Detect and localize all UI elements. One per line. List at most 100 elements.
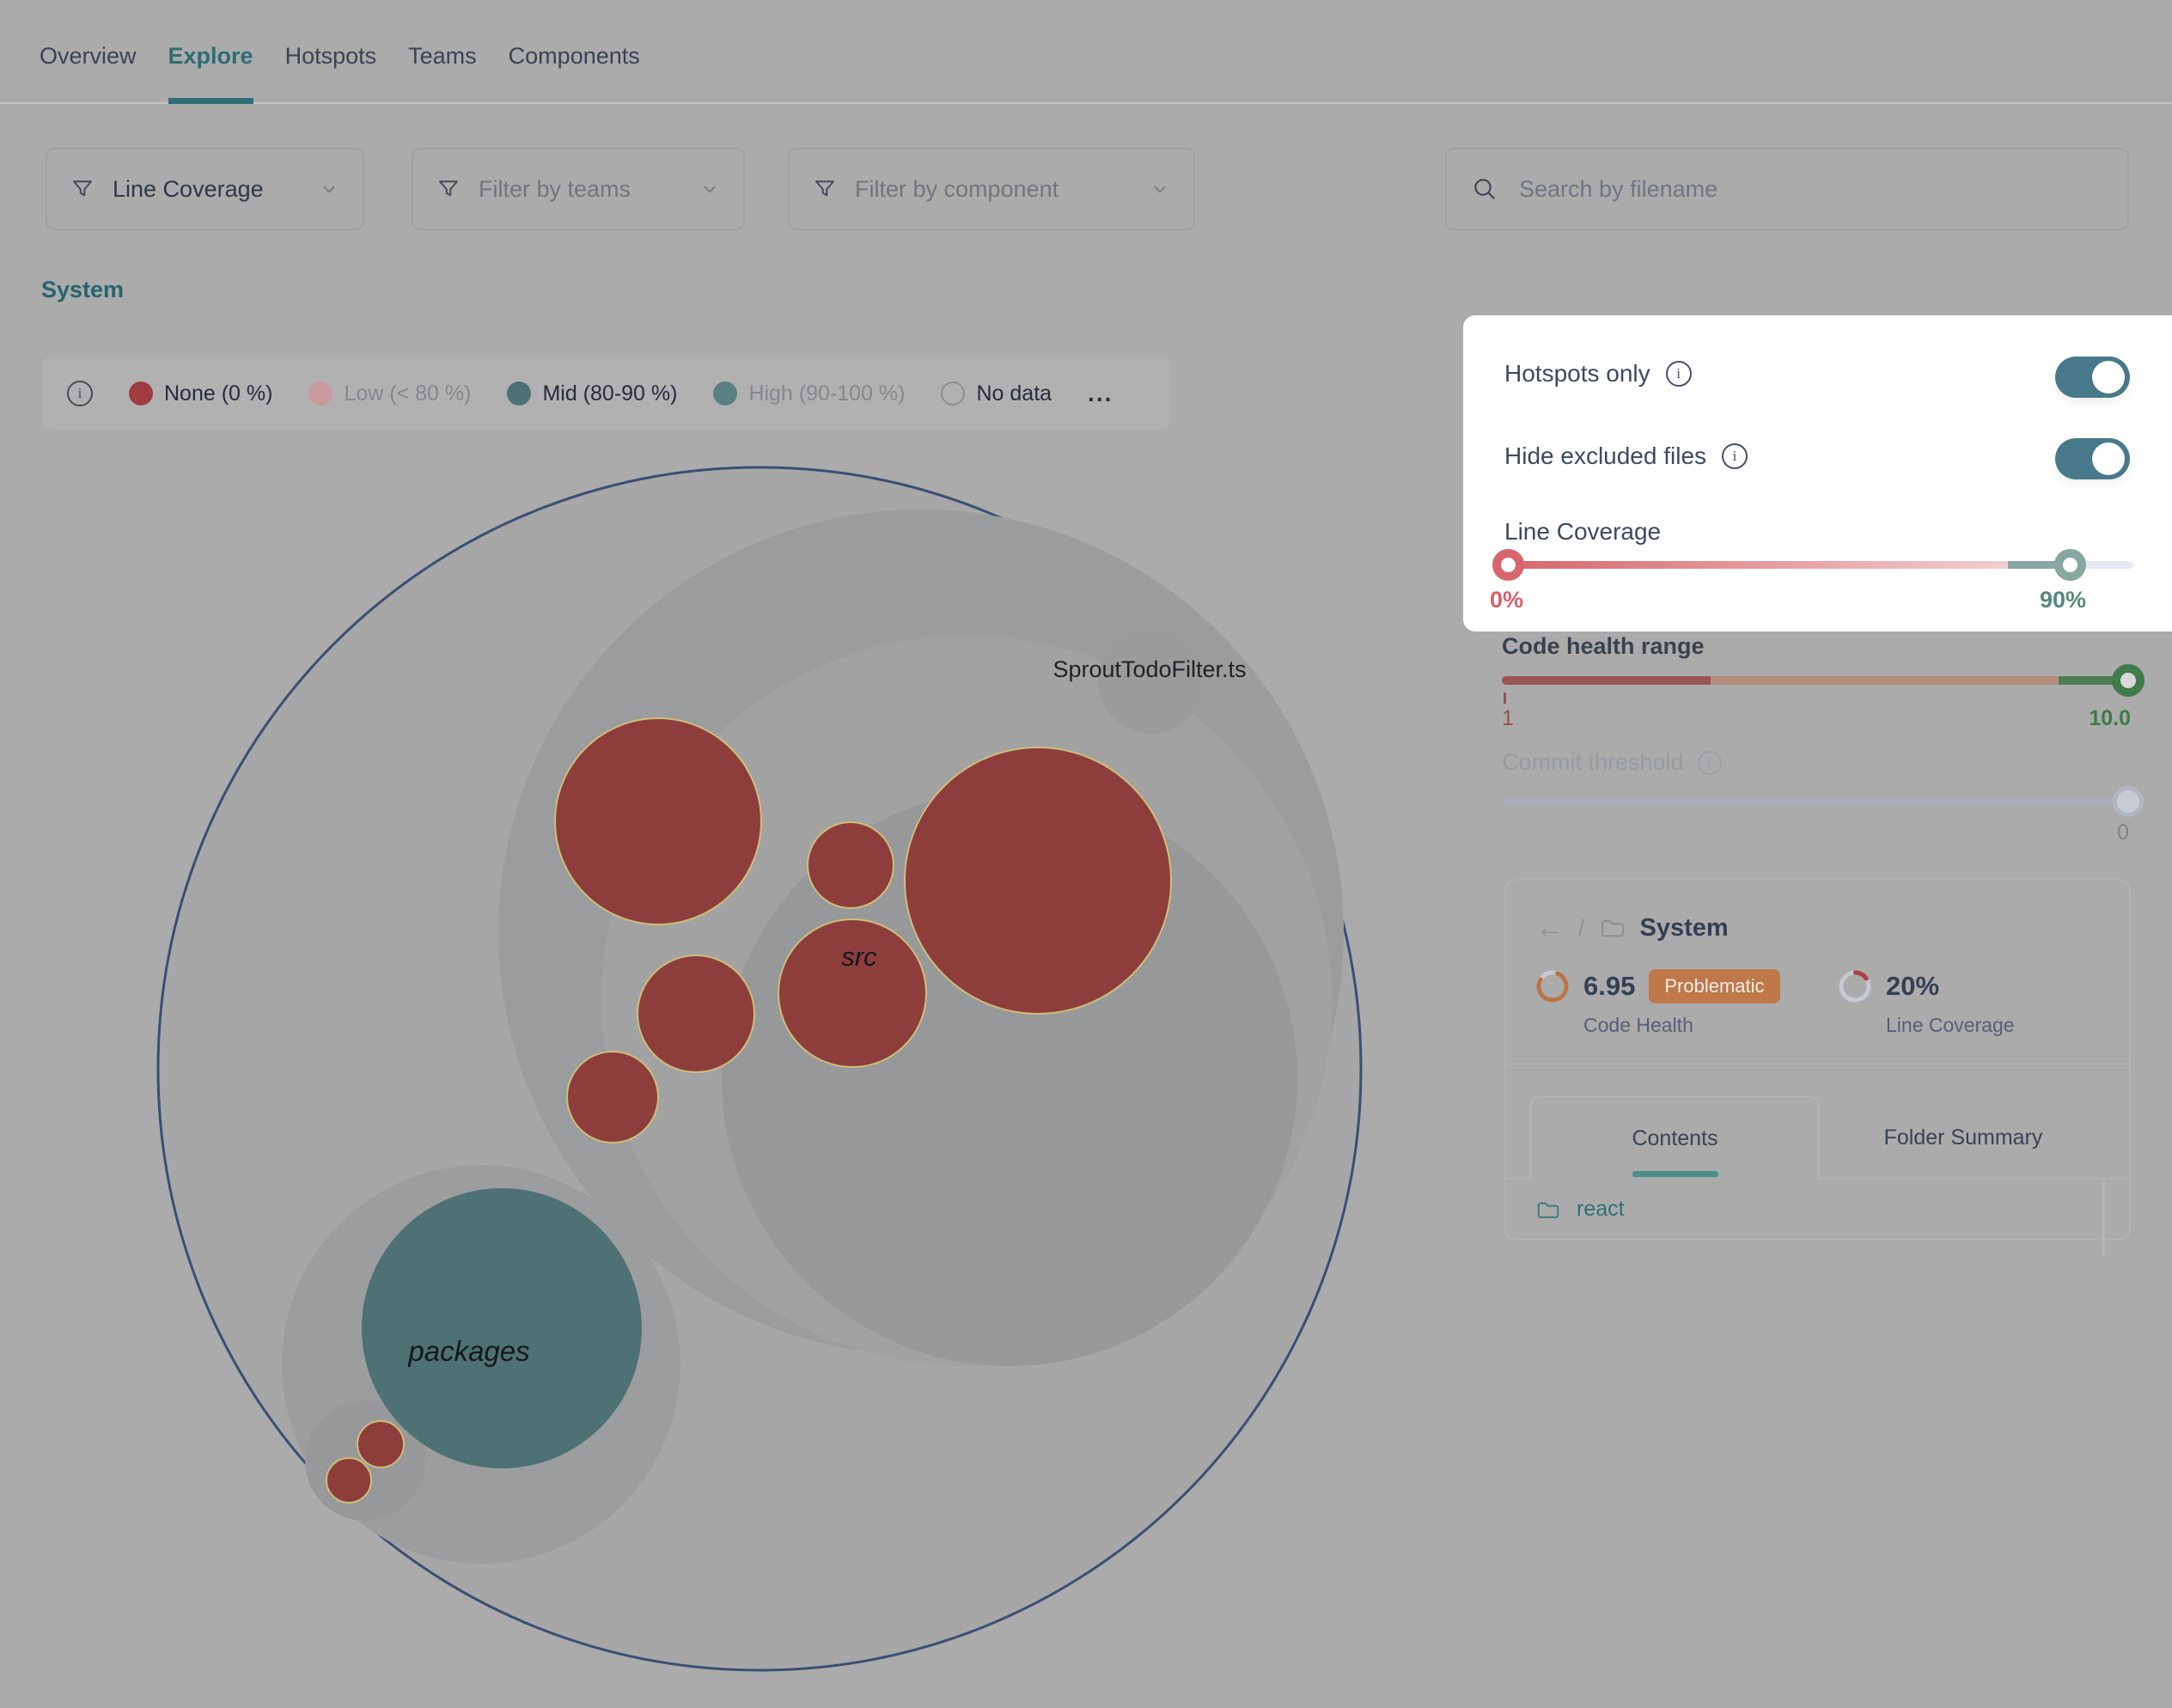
hide-excluded-toggle[interactable] (2055, 438, 2130, 479)
legend-label: Mid (80-90 %) (542, 381, 677, 406)
legend-item-mid[interactable]: Mid (80-90 %) (507, 381, 677, 406)
tab-teams[interactable]: Teams (408, 0, 477, 104)
tab-components[interactable]: Components (509, 0, 640, 104)
card-scrollbar[interactable] (2102, 1181, 2105, 1257)
hotspots-only-label: Hotspots only (1504, 360, 1650, 387)
chevron-down-icon (318, 178, 340, 200)
legend-label: No data (976, 381, 1052, 406)
legend-item-nodata[interactable]: No data (941, 381, 1052, 406)
slider-track-darkred (1502, 676, 1711, 685)
line-coverage-max-value: 90% (2040, 587, 2086, 613)
legend-dot-red (129, 381, 153, 406)
legend-label: Low (< 80 %) (344, 381, 471, 406)
back-arrow-icon[interactable]: ← (1535, 913, 1565, 942)
code-health-donut-icon (1535, 969, 1570, 1003)
line-coverage-label: Line Coverage (1886, 1014, 2015, 1037)
hotspot-circle-packing-chart[interactable]: SproutTodoFilter.ts src packages (0, 0, 2172, 1708)
code-health-min-tick (1504, 692, 1506, 704)
hotspots-only-row: Hotspots only (1504, 360, 1692, 387)
commit-threshold-handle[interactable] (2113, 786, 2144, 817)
code-health-range-slider[interactable] (1502, 676, 2132, 685)
top-nav: Overview Explore Hotspots Teams Componen… (0, 0, 2172, 104)
hotspot-circle[interactable] (326, 1458, 371, 1503)
coverage-legend: None (0 %) Low (< 80 %) Mid (80-90 %) Hi… (41, 357, 1170, 430)
hotspot-circle[interactable] (567, 1052, 658, 1143)
code-health-range-label: Code health range (1502, 633, 1705, 660)
commit-threshold-slider[interactable] (1502, 797, 2132, 806)
search-icon (1471, 175, 1498, 203)
line-coverage-max-handle[interactable] (2054, 549, 2086, 581)
chevron-down-icon (1149, 178, 1171, 200)
line-coverage-min-handle[interactable] (1492, 549, 1524, 581)
funnel-icon (70, 176, 95, 202)
legend-dot-teal (507, 381, 531, 406)
code-health-min-value: 1 (1502, 706, 1514, 731)
line-coverage-value: 20% (1886, 971, 1939, 1002)
legend-item-high[interactable]: High (90-100 %) (713, 381, 905, 406)
teams-filter-placeholder: Filter by teams (479, 176, 631, 203)
folder-detail-card: ← / System 6.95 Problematic Code Health (1504, 879, 2131, 1241)
status-badge: Problematic (1649, 969, 1779, 1003)
component-filter-placeholder: Filter by component (855, 176, 1059, 203)
toggle-knob (2092, 442, 2125, 475)
line-coverage-donut-icon (1838, 969, 1872, 1003)
metric-filter-value: Line Coverage (113, 176, 264, 203)
legend-item-low[interactable]: Low (< 80 %) (308, 381, 471, 406)
hotspot-circle[interactable] (357, 1421, 404, 1467)
code-health-label: Code Health (1583, 1014, 1780, 1037)
code-health-max-value: 10.0 (2062, 706, 2131, 731)
commit-threshold-info-icon[interactable] (1698, 751, 1722, 775)
code-health-range-handle[interactable] (2112, 664, 2145, 697)
hotspot-circle[interactable] (555, 718, 761, 924)
hide-excluded-row: Hide excluded files (1504, 442, 1748, 470)
tab-explore[interactable]: Explore (168, 0, 253, 104)
legend-dot-teal-light (713, 381, 737, 406)
metric-filter-dropdown[interactable]: Line Coverage (46, 148, 364, 230)
hotspot-circle[interactable] (905, 747, 1171, 1014)
hotspots-only-toggle[interactable] (2055, 357, 2130, 398)
search-input[interactable] (1517, 175, 2103, 204)
hotspots-only-info-icon[interactable] (1666, 361, 1692, 387)
card-header: ← / System (1535, 913, 1729, 942)
active-tab-underline (1632, 1171, 1718, 1177)
chart-label-file: SproutTodoFilter.ts (1052, 656, 1246, 682)
line-coverage-slider[interactable] (1502, 561, 2133, 569)
line-coverage-slider-label: Line Coverage (1504, 518, 1661, 546)
funnel-icon (812, 176, 838, 202)
funnel-icon (436, 176, 461, 202)
commit-threshold-value: 0 (2088, 820, 2129, 845)
card-title: System (1640, 914, 1729, 942)
tab-contents[interactable]: Contents (1530, 1095, 1820, 1180)
line-coverage-min-value: 0% (1490, 587, 1523, 613)
folder-icon (1535, 1197, 1561, 1223)
legend-item-none[interactable]: None (0 %) (129, 381, 272, 406)
hotspot-circle[interactable] (638, 955, 754, 1072)
slider-track-tan (1711, 676, 2059, 685)
tab-hotspots[interactable]: Hotspots (285, 0, 377, 104)
list-item-react[interactable]: react (1506, 1180, 2129, 1239)
metric-line-coverage: 20% Line Coverage (1838, 969, 2015, 1037)
chart-label-src: src (841, 942, 877, 972)
chart-label-packages: packages (407, 1335, 529, 1367)
slider-track-red (1502, 561, 2008, 569)
filename-search (1445, 148, 2129, 230)
metric-code-health: 6.95 Problematic Code Health (1535, 969, 1780, 1037)
tab-folder-summary[interactable]: Folder Summary (1852, 1125, 2075, 1150)
component-filter-dropdown[interactable]: Filter by component (788, 148, 1195, 230)
breadcrumb-system-link[interactable]: System (41, 277, 124, 303)
teams-filter-dropdown[interactable]: Filter by teams (412, 148, 745, 230)
legend-more-button[interactable]: ... (1088, 380, 1113, 407)
package-circle-packages[interactable] (362, 1188, 642, 1468)
code-health-value: 6.95 (1583, 971, 1635, 1002)
legend-label: None (0 %) (164, 381, 272, 406)
path-separator: / (1578, 915, 1585, 942)
file-name: react (1577, 1197, 1625, 1222)
legend-dot-pink (308, 381, 333, 406)
tab-overview[interactable]: Overview (40, 0, 137, 104)
hotspot-circle[interactable] (808, 822, 894, 908)
legend-info-icon[interactable] (67, 381, 93, 406)
hide-excluded-info-icon[interactable] (1722, 443, 1748, 469)
legend-dot-outline (941, 381, 965, 406)
spotlight-settings-panel: Hotspots only Hide excluded files Line C… (1463, 315, 2172, 631)
hide-excluded-label: Hide excluded files (1504, 442, 1706, 470)
